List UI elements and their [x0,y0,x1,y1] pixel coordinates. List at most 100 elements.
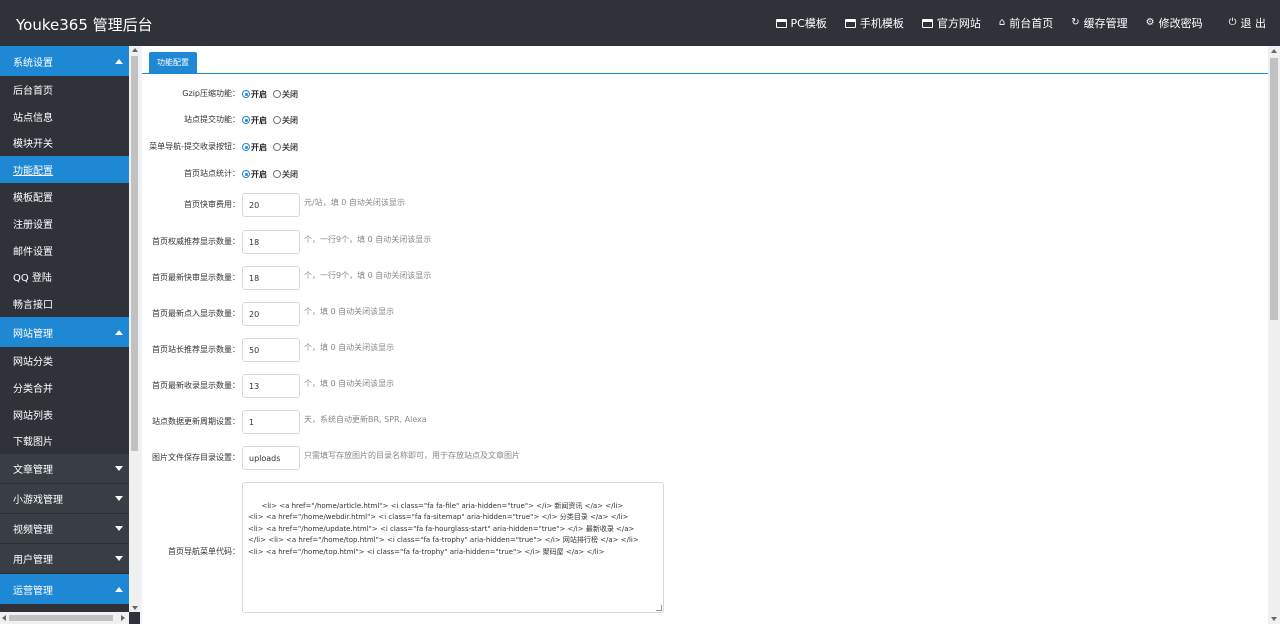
nav-label: 退 出 [1240,17,1267,30]
radio-unchecked-icon [273,143,281,151]
radio-on[interactable]: 开启 [242,169,267,180]
setting-review-fee: 首页快审费用： 元/站，填 0 自动关闭该显示 [142,193,1268,217]
sidebar-group-video-manage[interactable]: 视频管理 [0,514,129,545]
setting-hint: 天，系统自动更新BR, SPR, Alexa [304,415,427,424]
radio-group: 开启 关闭 [242,164,304,184]
power-icon: ⏻ [1228,17,1237,28]
setting-hint: 元/站，填 0 自动关闭该显示 [304,198,405,207]
sidebar-item-changyan-api[interactable]: 畅言接口 [0,290,129,318]
caret-up-icon [115,58,123,64]
sidebar-group-label: 系统设置 [13,57,53,69]
radio-off[interactable]: 关闭 [273,89,298,100]
nav-official-site[interactable]: 官方网站 [921,15,981,31]
sidebar-item-download-images[interactable]: 下载图片 [0,427,129,455]
radio-label: 关闭 [282,115,298,125]
nav-mobile-template[interactable]: 手机模板 [844,15,904,31]
latest-index-count-input[interactable] [242,374,300,398]
sidebar-group-minigame-manage[interactable]: 小游戏管理 [0,484,129,515]
radio-checked-icon [242,90,250,98]
resize-grip-icon[interactable] [656,605,662,611]
setting-home-stats: 首页站点统计： 开启 关闭 [142,164,1268,184]
setting-update-cycle: 站点数据更新周期设置： 天，系统自动更新BR, SPR, Alexa [142,410,1268,434]
sidebar-horizontal-scrollbar[interactable] [0,612,129,624]
sidebar-item-qq-login[interactable]: QQ 登陆 [0,263,129,291]
setting-latest-review-count: 首页最新快审显示数量： 个，一行9个，填 0 自动关闭该显示 [142,266,1268,290]
latest-review-count-input[interactable] [242,266,300,290]
radio-unchecked-icon [273,90,281,98]
sidebar-item-register-settings[interactable]: 注册设置 [0,209,129,237]
sidebar-group-site-manage[interactable]: 网站管理 [0,317,129,348]
menu-code-textarea[interactable]: <li> <a href="/home/article.html"> <i cl… [242,482,664,613]
setting-site-submit: 站点提交功能： 开启 关闭 [142,110,1268,130]
main-vertical-scrollbar[interactable] [1268,46,1280,624]
setting-menu-submit-button: 菜单导航-提交收录按钮： 开启 关闭 [142,137,1268,157]
scroll-down-arrow-icon[interactable] [132,606,138,610]
sidebar-group-user-manage[interactable]: 用户管理 [0,544,129,575]
scrollbar-thumb[interactable] [1270,58,1278,320]
nav-logout[interactable]: ⏻ 退 出 [1229,15,1266,31]
setting-hint: 个，填 0 自动关闭该显示 [304,379,395,388]
nav-pc-template[interactable]: PC模板 [775,15,827,31]
radio-off[interactable]: 关闭 [273,115,298,126]
sidebar-item-site-list[interactable]: 网站列表 [0,400,129,428]
setting-label: 首页导航菜单代码： [168,547,240,556]
sidebar-group-label: 小游戏管理 [13,495,63,507]
scroll-up-arrow-icon[interactable] [132,48,138,52]
sidebar-group-article-manage[interactable]: 文章管理 [0,454,129,485]
radio-label: 开启 [251,115,267,125]
radio-on[interactable]: 开启 [242,115,267,126]
update-cycle-input[interactable] [242,410,300,434]
top-nav: PC模板 手机模板 官方网站 ⌂ 前台首页 ↻ 缓存管理 ⚙ 修改密码 ⏻ 退 … [758,0,1266,46]
sidebar-item-feature-config[interactable]: 功能配置 [0,156,129,184]
setting-label: 首页快审费用： [184,200,240,209]
tab-bar: 功能配置 [142,52,1268,74]
scrollbar-thumb[interactable] [9,615,113,621]
sidebar-item-category-merge[interactable]: 分类合并 [0,373,129,401]
nav-cache-manage[interactable]: ↻ 缓存管理 [1071,15,1127,31]
setting-label: 首页最新快审显示数量： [152,273,240,282]
radio-label: 关闭 [282,169,298,179]
radio-checked-icon [242,143,250,151]
radio-off[interactable]: 关闭 [273,142,298,153]
sidebar-item-site-category[interactable]: 网站分类 [0,347,129,374]
scrollbar-thumb[interactable] [131,56,138,451]
webmaster-recommend-count-input[interactable] [242,338,300,362]
sidebar-item-admin-home[interactable]: 后台首页 [0,76,129,103]
radio-on[interactable]: 开启 [242,89,267,100]
setting-latest-index-count: 首页最新收录显示数量： 个，填 0 自动关闭该显示 [142,374,1268,398]
sidebar-vertical-scrollbar[interactable] [129,46,140,612]
radio-on[interactable]: 开启 [242,142,267,153]
main-content: 功能配置 Gzip压缩功能： 开启 关闭 站点提交功能： 开启 关闭 菜单导航-… [142,46,1268,624]
scroll-up-arrow-icon[interactable] [1271,49,1277,53]
sidebar-group-label: 视频管理 [13,525,53,537]
scroll-down-arrow-icon[interactable] [1271,617,1277,621]
sidebar-menu: 系统设置 后台首页 站点信息 模块开关 功能配置 模板配置 注册设置 邮件设置 … [0,46,129,605]
menu-code-text: <li> <a href="/home/article.html"> <i cl… [248,501,639,556]
latest-click-count-input[interactable] [242,302,300,326]
sidebar-item-site-info[interactable]: 站点信息 [0,102,129,130]
sidebar-group-system-settings[interactable]: 系统设置 [0,46,129,76]
radio-label: 开启 [251,89,267,99]
caret-down-icon [115,526,123,532]
recommend-count-input[interactable] [242,230,300,254]
review-fee-input[interactable] [242,193,300,217]
scroll-left-arrow-icon[interactable] [2,615,6,621]
sidebar-item-mail-settings[interactable]: 邮件设置 [0,236,129,264]
radio-checked-icon [242,170,250,178]
sidebar-item-module-switch[interactable]: 模块开关 [0,129,129,157]
tab-feature-config[interactable]: 功能配置 [149,52,197,74]
caret-down-icon [115,556,123,562]
image-dir-input[interactable] [242,446,300,470]
nav-change-password[interactable]: ⚙ 修改密码 [1146,15,1203,31]
refresh-icon: ↻ [1071,17,1080,28]
sidebar-group-operations-manage[interactable]: 运营管理 [0,574,129,605]
sidebar-item-template-config[interactable]: 模板配置 [0,183,129,210]
scroll-right-arrow-icon[interactable] [121,615,125,621]
setting-webmaster-recommend-count: 首页站长推荐显示数量： 个，填 0 自动关闭该显示 [142,338,1268,362]
setting-recommend-count: 首页权威推荐显示数量： 个，一行9个，填 0 自动关闭该显示 [142,230,1268,254]
nav-front-home[interactable]: ⌂ 前台首页 [999,15,1053,31]
setting-label: 站点数据更新周期设置： [152,417,240,426]
setting-hint: 个，一行9个，填 0 自动关闭该显示 [304,235,432,244]
radio-off[interactable]: 关闭 [273,169,298,180]
nav-label: 官方网站 [936,17,981,30]
